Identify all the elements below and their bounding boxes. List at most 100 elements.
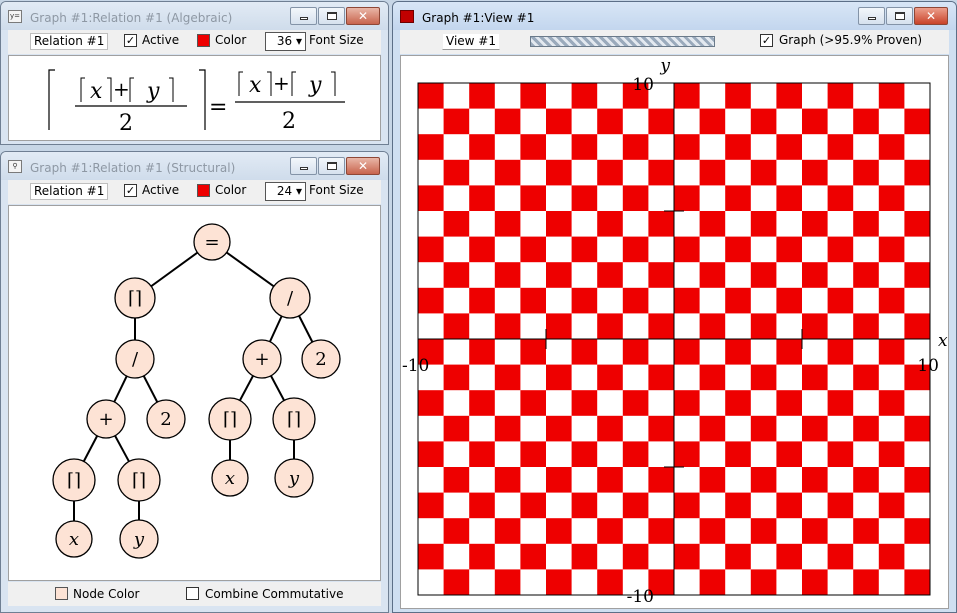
font-size-value: 36: [276, 34, 293, 48]
node-label-divide: /: [132, 349, 139, 370]
filled-cell: [750, 262, 777, 288]
filled-cell: [853, 159, 879, 186]
filled-cell: [546, 518, 572, 544]
algebraic-titlebar[interactable]: y= Graph #1:Relation #1 (Algebraic) ✕: [1, 2, 388, 30]
formula-rhs-plus: +: [273, 71, 290, 95]
relation-field[interactable]: Relation #1: [30, 33, 109, 50]
node-label-ceil: ⌈⌉: [287, 409, 301, 430]
filled-cell: [853, 467, 879, 493]
structural-titlebar[interactable]: ⚲ Graph #1:Relation #1 (Structural) ✕: [1, 152, 388, 180]
filled-cell: [853, 415, 879, 442]
filled-cell: [418, 441, 444, 467]
filled-cell: [571, 441, 598, 467]
filled-cell: [469, 185, 495, 211]
formula-rhs-x: x: [249, 73, 262, 98]
graph-label: Graph (>95.9% Proven): [779, 33, 923, 47]
node-label-equals: =: [204, 232, 219, 253]
filled-cell: [878, 236, 905, 263]
view-titlebar[interactable]: Graph #1:View #1 ✕: [393, 2, 956, 30]
filled-cell: [546, 415, 572, 442]
filled-cell: [571, 185, 598, 211]
node-label-plus: +: [254, 349, 269, 370]
filled-cell: [827, 339, 854, 365]
filled-cell: [571, 390, 598, 416]
node-label-ceil: ⌈⌉: [67, 470, 81, 491]
filled-cell: [699, 159, 726, 186]
filled-cell: [904, 262, 930, 288]
filled-cell: [750, 313, 777, 339]
filled-cell: [802, 364, 828, 391]
close-icon: ✕: [925, 9, 937, 23]
filled-cell: [571, 134, 598, 160]
filled-cell: [597, 518, 623, 544]
filled-cell: [725, 339, 751, 365]
filled-cell: [827, 287, 854, 314]
filled-cell: [878, 492, 905, 519]
view-field[interactable]: View #1: [442, 33, 500, 50]
filled-cell: [802, 262, 828, 288]
node-label-x: x: [69, 529, 79, 550]
filled-cell: [520, 543, 546, 570]
filled-cell: [776, 83, 802, 109]
filled-cell: [674, 134, 700, 160]
close-button[interactable]: ✕: [914, 7, 948, 25]
maximize-button[interactable]: [318, 157, 345, 175]
filled-cell: [674, 83, 700, 109]
font-size-label: Font Size: [309, 183, 364, 197]
formula-denominator: 2: [119, 111, 133, 136]
filled-cell: [776, 287, 802, 314]
node-label-ceil: ⌈⌉: [128, 288, 142, 309]
filled-cell: [802, 211, 828, 237]
font-size-dropdown[interactable]: 36 ▾: [265, 32, 306, 51]
minimize-button[interactable]: [290, 157, 317, 175]
filled-cell: [418, 390, 444, 416]
font-size-dropdown[interactable]: 24 ▾: [265, 182, 306, 201]
filled-cell: [443, 518, 470, 544]
filled-cell: [878, 390, 905, 416]
combine-commutative-checkbox[interactable]: [186, 587, 199, 600]
filled-cell: [904, 108, 930, 135]
color-swatch[interactable]: [197, 184, 210, 197]
graph-canvas[interactable]: y x 10 -10 -10 10: [400, 55, 949, 609]
filled-cell: [827, 543, 854, 570]
graph-plot[interactable]: y x 10 -10 -10 10: [401, 56, 949, 608]
node-label-two: 2: [315, 349, 326, 370]
filled-cell: [853, 211, 879, 237]
filled-cell: [776, 441, 802, 467]
filled-cell: [904, 569, 930, 595]
active-checkbox[interactable]: ✓: [124, 184, 137, 197]
node-color-label: Node Color: [73, 587, 140, 601]
filled-cell: [776, 492, 802, 519]
y-max-label: 10: [632, 75, 654, 95]
maximize-button[interactable]: [318, 7, 345, 25]
filled-cell: [597, 262, 623, 288]
filled-cell: [750, 108, 777, 135]
graph-checkbox[interactable]: ✓: [760, 34, 773, 47]
close-button[interactable]: ✕: [346, 157, 380, 175]
filled-cell: [750, 211, 777, 237]
filled-cell: [520, 236, 546, 263]
filled-cell: [418, 543, 444, 570]
formula-y: y: [146, 79, 160, 104]
minimize-button[interactable]: [858, 7, 885, 25]
color-swatch[interactable]: [197, 34, 210, 47]
filled-cell: [725, 441, 751, 467]
filled-cell: [827, 83, 854, 109]
relation-field[interactable]: Relation #1: [30, 183, 109, 200]
active-checkbox[interactable]: ✓: [124, 34, 137, 47]
filled-cell: [571, 287, 598, 314]
node-color-swatch[interactable]: [55, 587, 68, 600]
maximize-icon: [327, 12, 337, 20]
close-button[interactable]: ✕: [346, 7, 380, 25]
filled-cell: [571, 83, 598, 109]
filled-cell: [648, 518, 674, 544]
filled-cell: [648, 262, 674, 288]
maximize-button[interactable]: [886, 7, 913, 25]
filled-cell: [469, 339, 495, 365]
filled-cell: [674, 236, 700, 263]
filled-cell: [546, 159, 572, 186]
node-label-y: y: [133, 529, 145, 550]
filled-cell: [648, 415, 674, 442]
filled-cell: [853, 262, 879, 288]
minimize-button[interactable]: [290, 7, 317, 25]
